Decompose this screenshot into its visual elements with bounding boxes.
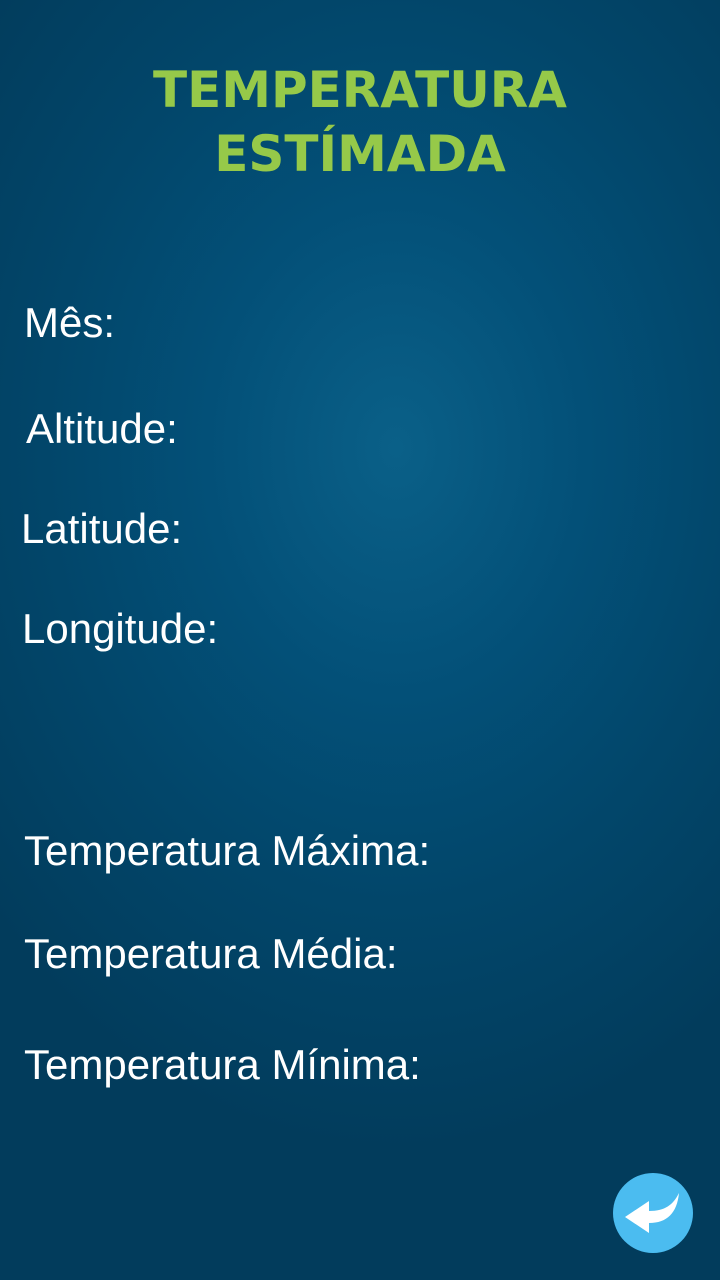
- back-arrow-icon: [625, 1193, 679, 1233]
- latitude-label: Latitude:: [21, 505, 183, 552]
- avg-temperature-label: Temperatura Média:: [24, 930, 398, 977]
- back-button[interactable]: [613, 1173, 693, 1253]
- longitude-label: Longitude:: [22, 605, 219, 652]
- page-title-line2: ESTÍMADA: [214, 125, 506, 183]
- month-label: Mês:: [24, 299, 116, 346]
- max-temperature-label: Temperatura Máxima:: [24, 827, 431, 874]
- min-temperature-label: Temperatura Mínima:: [24, 1041, 421, 1088]
- page-title-line1: TEMPERATURA: [152, 61, 568, 119]
- altitude-label: Altitude:: [26, 405, 178, 452]
- page-title: TEMPERATURA ESTÍMADA: [0, 58, 720, 186]
